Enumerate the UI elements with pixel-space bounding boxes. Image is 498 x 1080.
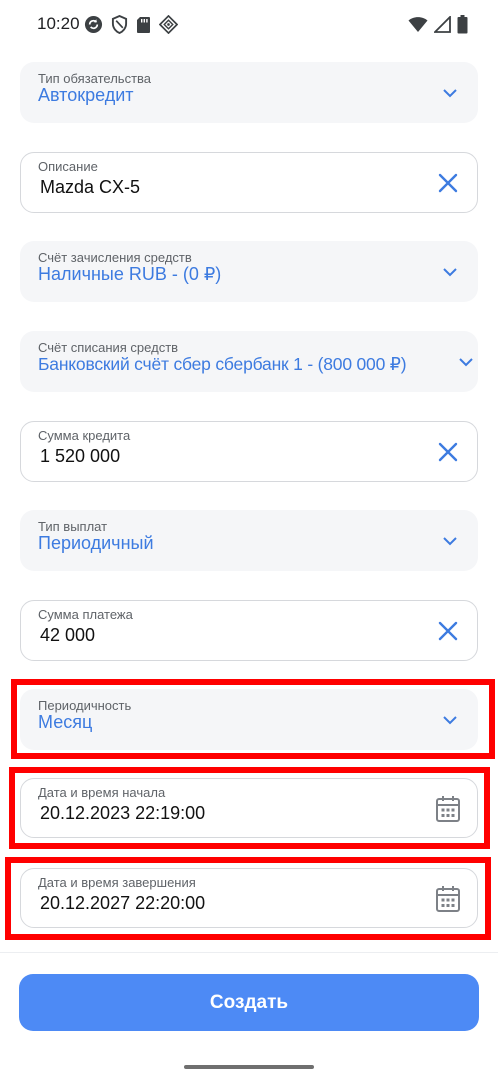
payment-type-value: Периодичный — [38, 533, 154, 553]
sd-card-icon — [137, 16, 150, 33]
diamond-app-icon — [159, 15, 178, 34]
credit-amount-field[interactable]: Сумма кредита 1 520 000 — [20, 421, 478, 482]
payment-type-label: Тип выплат — [38, 519, 108, 534]
sync-icon — [84, 15, 103, 34]
credit-amount-label: Сумма кредита — [38, 428, 131, 443]
chevron-down-icon — [443, 89, 457, 98]
status-bar: 10:20 — [0, 0, 498, 50]
status-time: 10:20 — [37, 14, 80, 33]
debit-account-value: Банковский счёт сбер сбербанк 1 - (800 0… — [38, 354, 407, 374]
payment-type-select[interactable]: Тип выплат Периодичный — [20, 510, 478, 571]
payment-amount-value: 42 000 — [40, 625, 96, 645]
footer-divider — [0, 952, 498, 953]
highlight-box-periodicity — [11, 679, 495, 759]
chevron-down-icon — [443, 268, 457, 277]
screen: 10:20 Тип обязательства Автокредит Описа… — [0, 0, 498, 1080]
obligation-type-label: Тип обязательства — [38, 71, 152, 86]
debit-account-label: Счёт списания средств — [38, 340, 179, 355]
wifi-icon — [408, 17, 428, 32]
battery-icon — [457, 15, 468, 34]
payment-amount-field[interactable]: Сумма платежа 42 000 — [20, 600, 478, 661]
description-label: Описание — [38, 159, 98, 174]
chevron-down-icon — [443, 537, 457, 546]
highlight-box-start-datetime — [9, 767, 490, 849]
highlight-box-end-datetime — [5, 857, 491, 940]
create-button[interactable]: Создать — [19, 974, 479, 1031]
status-icons-left — [84, 15, 178, 34]
signal-icon — [434, 16, 451, 33]
shield-icon — [111, 15, 128, 34]
credit-account-value: Наличные RUB - (0 ₽) — [38, 264, 222, 284]
status-icons-right — [408, 15, 468, 34]
payment-amount-label: Сумма платежа — [38, 607, 133, 622]
credit-account-select[interactable]: Счёт зачисления средств Наличные RUB - (… — [20, 241, 478, 302]
clear-icon[interactable] — [437, 620, 459, 642]
credit-account-label: Счёт зачисления средств — [38, 250, 192, 265]
home-indicator[interactable] — [184, 1065, 314, 1069]
clear-icon[interactable] — [437, 172, 459, 194]
credit-amount-value: 1 520 000 — [40, 446, 121, 466]
chevron-down-icon — [459, 358, 473, 367]
description-value: Mazda CX-5 — [40, 177, 141, 197]
clear-icon[interactable] — [437, 441, 459, 463]
debit-account-select[interactable]: Счёт списания средств Банковский счёт сб… — [20, 331, 478, 392]
obligation-type-select[interactable]: Тип обязательства Автокредит — [20, 62, 478, 123]
obligation-type-value: Автокредит — [38, 85, 134, 105]
description-field[interactable]: Описание Mazda CX-5 — [20, 152, 478, 213]
